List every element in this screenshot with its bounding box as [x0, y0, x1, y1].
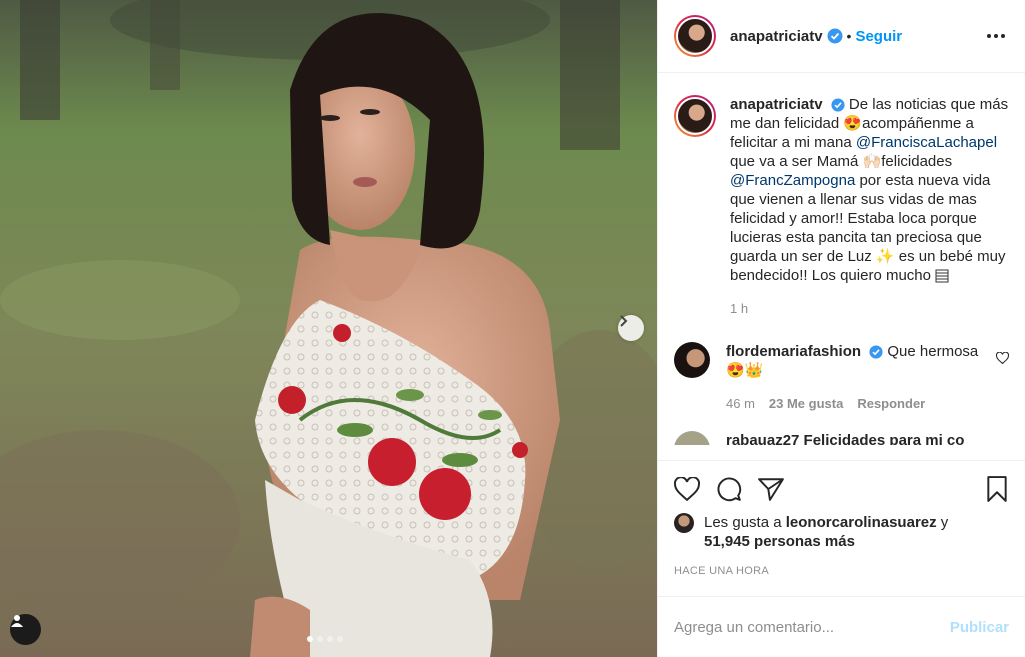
tagged-users-button[interactable] — [10, 614, 41, 645]
share-icon[interactable] — [758, 477, 784, 501]
action-icons-row — [674, 473, 1009, 505]
comment-icon[interactable] — [716, 476, 742, 502]
photo-illustration — [0, 0, 657, 657]
post-caption: anapatriciatv De las noticias que más me… — [674, 95, 1009, 318]
post-header: anapatriciatv • Seguir — [658, 0, 1025, 73]
comment-meta: 46 m 23 Me gusta Responder — [726, 394, 991, 413]
post-actions: Les gusta a leonorcarolinasuarez y 51,94… — [658, 460, 1025, 580]
post-timestamp[interactable]: HACE UNA HORA — [674, 565, 1009, 577]
publish-button[interactable]: Publicar — [950, 619, 1009, 636]
caption-text: que va a ser Mamá 🙌🏻felicidades — [730, 153, 953, 170]
header-separator: • — [846, 28, 852, 44]
comment-body: flordemariafashion Que hermosa 😍👑 46 m 2… — [726, 342, 991, 413]
reply-button[interactable]: Responder — [857, 394, 925, 413]
comment-item-partial: rabauaz27 Felicidades para mi co — [674, 431, 1009, 445]
heart-icon[interactable] — [674, 477, 700, 501]
carousel-dot — [327, 636, 333, 642]
caption-avatar[interactable] — [674, 95, 716, 137]
mention-link[interactable]: @FrancZampogna — [730, 172, 855, 189]
liker-avatar[interactable] — [674, 513, 694, 533]
add-comment-bar: Publicar — [658, 596, 1025, 657]
comment-likes[interactable]: 23 Me gusta — [769, 394, 843, 413]
carousel-indicator — [307, 636, 343, 642]
caption-time[interactable]: 1 h — [730, 299, 1009, 318]
mention-link[interactable]: @FranciscaLachapel — [856, 134, 997, 151]
likes-summary: Les gusta a leonorcarolinasuarez y 51,94… — [674, 513, 1009, 551]
comments-list[interactable]: anapatriciatv De las noticias que más me… — [658, 73, 1025, 460]
carousel-dot — [317, 636, 323, 642]
instagram-post-viewer: anapatriciatv • Seguir anapatriciatv De … — [0, 0, 1025, 657]
likes-conj: y — [940, 514, 949, 531]
carousel-dot-active — [307, 636, 313, 642]
commenter-avatar[interactable] — [674, 342, 710, 378]
verified-icon — [827, 28, 843, 44]
like-comment-heart-icon[interactable] — [996, 352, 1009, 364]
caption-body: anapatriciatv De las noticias que más me… — [730, 95, 1009, 318]
author-avatar[interactable] — [674, 15, 716, 57]
emoji-icon — [935, 269, 949, 283]
verified-icon — [831, 98, 845, 112]
carousel-dot — [337, 636, 343, 642]
author-username[interactable]: anapatriciatv — [730, 28, 823, 45]
comment-time[interactable]: 46 m — [726, 394, 755, 413]
liker-username[interactable]: leonorcarolinasuarez — [786, 514, 937, 531]
user-tag-icon — [11, 615, 23, 627]
post-side-panel: anapatriciatv • Seguir anapatriciatv De … — [657, 0, 1025, 657]
save-icon[interactable] — [985, 476, 1009, 502]
likes-text: Les gusta a leonorcarolinasuarez y 51,94… — [704, 513, 948, 551]
comment-item: flordemariafashion Que hermosa 😍👑 46 m 2… — [674, 342, 1009, 413]
post-photo[interactable] — [0, 0, 657, 657]
follow-button[interactable]: Seguir — [855, 28, 902, 45]
more-options-icon[interactable] — [983, 30, 1009, 42]
comment-text-partial: rabauaz27 Felicidades para mi co — [726, 432, 965, 445]
add-comment-input[interactable] — [674, 618, 950, 636]
next-photo-button[interactable] — [618, 315, 644, 341]
verified-icon — [869, 345, 883, 359]
commenter-avatar[interactable] — [674, 431, 710, 445]
chevron-right-icon — [620, 315, 628, 327]
caption-username[interactable]: anapatriciatv — [730, 96, 823, 113]
likes-prefix: Les gusta a — [704, 514, 782, 531]
commenter-username[interactable]: flordemariafashion — [726, 343, 861, 360]
likes-count[interactable]: 51,945 personas más — [704, 533, 855, 550]
